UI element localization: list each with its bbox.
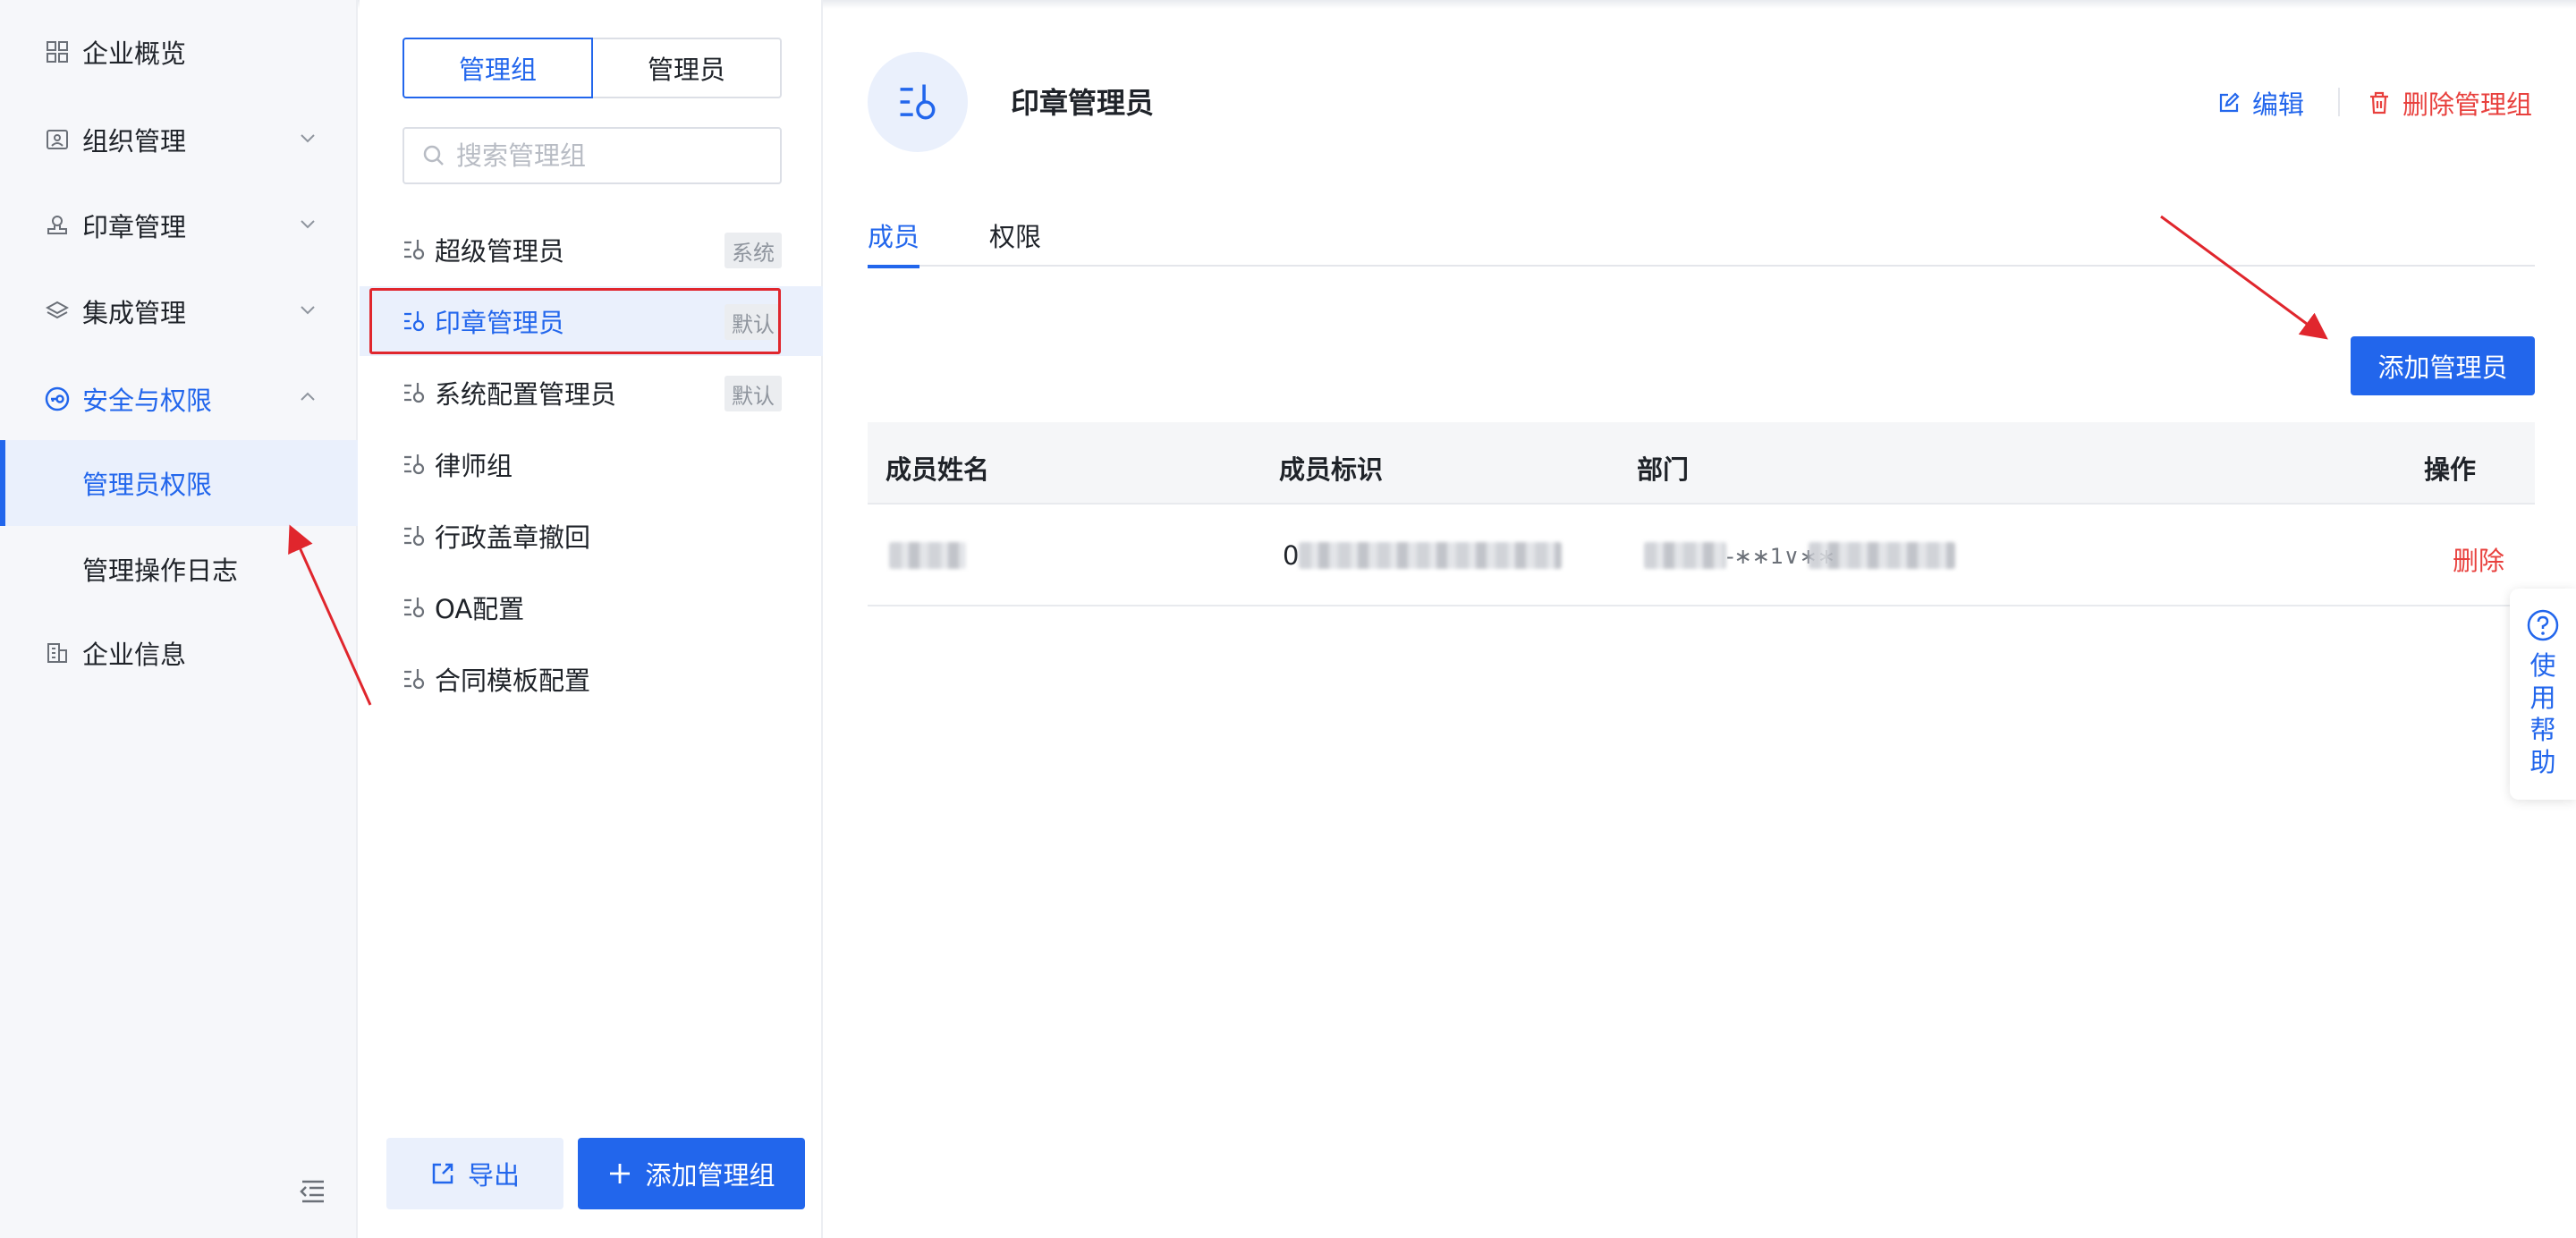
group-name: 行政盖章撤回: [435, 522, 591, 553]
redacted-name: [889, 542, 966, 569]
delete-group-label: 删除管理组: [2402, 89, 2533, 120]
tab-permissions[interactable]: 权限: [989, 216, 1041, 267]
group-item[interactable]: 超级管理员 系统: [360, 215, 823, 284]
sidebar-item-label: 管理员权限: [82, 470, 213, 500]
sidebar-item-overview[interactable]: 企业概览: [0, 9, 358, 95]
search-input[interactable]: [456, 140, 760, 171]
layers-icon: [45, 299, 70, 324]
member-id-prefix: 0: [1283, 540, 1300, 571]
page-title: 印章管理员: [1011, 86, 1155, 120]
org-icon: [45, 127, 70, 152]
main-content: 印章管理员 编辑 删除管理组 成员 权限 添加管理员 成员姓名 成员标识 部门 …: [825, 0, 2576, 1238]
delete-member-link[interactable]: 删除: [2453, 540, 2504, 578]
key-icon: [45, 386, 70, 411]
group-icon: [404, 598, 425, 618]
plus-icon: [610, 1164, 631, 1183]
group-name: 律师组: [435, 451, 513, 481]
edit-label: 编辑: [2252, 89, 2305, 120]
group-icon: [404, 669, 425, 690]
tab-bar: 成员 权限: [868, 208, 2535, 268]
highlight-box: [369, 288, 781, 354]
column-header: 成员标识: [1279, 454, 1384, 485]
sidebar-item-org[interactable]: 组织管理: [0, 97, 358, 182]
sidebar-item-integration[interactable]: 集成管理: [0, 268, 358, 354]
add-admin-button[interactable]: 添加管理员: [2351, 336, 2535, 395]
segment-admins[interactable]: 管理员: [593, 38, 782, 98]
group-icon: [404, 526, 425, 547]
column-header: 成员姓名: [886, 454, 990, 485]
group-item[interactable]: 行政盖章撤回: [360, 501, 823, 571]
collapse-sidebar-icon[interactable]: [299, 1179, 327, 1204]
sidebar-item-label: 管理操作日志: [82, 555, 239, 586]
chevron-up-icon: [301, 392, 315, 401]
column-header: 部门: [1637, 454, 1690, 485]
group-item-selected[interactable]: 印章管理员 默认: [360, 286, 823, 356]
sidebar-item-admin-log[interactable]: 管理操作日志: [0, 526, 358, 612]
group-tag: 系统: [724, 233, 782, 268]
edit-button[interactable]: 编辑: [2218, 84, 2304, 122]
chevron-down-icon: [301, 134, 315, 143]
table-header: 成员姓名 成员标识 部门 操作: [868, 422, 2535, 505]
tab-members[interactable]: 成员: [868, 216, 920, 268]
export-button[interactable]: 导出: [386, 1138, 564, 1209]
group-panel: 管理组 管理员 超级管理员 系统 印章管理员 默认 系统配置管理员 默认 律师组…: [360, 0, 823, 1238]
dashboard-icon: [45, 39, 70, 64]
table-row: 0 -∗∗1∨∗∗ 删除: [868, 505, 2535, 606]
group-name: 系统配置管理员: [435, 379, 617, 410]
sidebar-item-seal[interactable]: 印章管理: [0, 182, 358, 268]
sidebar-item-label: 企业信息: [82, 640, 187, 670]
delete-group-button[interactable]: 删除管理组: [2368, 84, 2532, 122]
divider: [2338, 88, 2340, 116]
group-avatar: [868, 52, 968, 152]
redacted-id: [1299, 542, 1562, 569]
group-item[interactable]: 系统配置管理员 默认: [360, 358, 823, 428]
group-icon: [404, 240, 425, 260]
add-group-label: 添加管理组: [645, 1160, 775, 1191]
search-icon: [423, 145, 444, 165]
group-name: 合同模板配置: [435, 666, 591, 696]
seal-icon: [45, 213, 70, 238]
group-name: 印章管理员: [435, 308, 565, 338]
group-icon: [404, 383, 425, 403]
trash-icon: [2370, 91, 2388, 114]
group-item[interactable]: 律师组: [360, 429, 823, 499]
group-search: [402, 127, 782, 184]
chevron-down-icon: [301, 220, 315, 229]
group-tag: 默认: [724, 376, 782, 411]
group-item[interactable]: 合同模板配置: [360, 644, 823, 714]
group-item[interactable]: OA配置: [360, 572, 823, 642]
group-icon: [900, 84, 936, 120]
help-widget[interactable]: 使用帮助: [2510, 589, 2576, 800]
sidebar-item-security[interactable]: 安全与权限: [0, 356, 358, 442]
segment-groups[interactable]: 管理组: [402, 38, 593, 98]
sidebar-item-label: 组织管理: [82, 126, 187, 157]
sidebar: 企业概览 组织管理 印章管理 集成管理 安全与权限 管理员权限 管理操作日志 企…: [0, 0, 358, 1238]
view-segment: 管理组 管理员: [402, 38, 782, 98]
group-tag: 默认: [724, 304, 782, 340]
edit-icon: [2219, 92, 2240, 113]
group-name: OA配置: [435, 594, 525, 624]
chevron-down-icon: [301, 306, 315, 315]
sidebar-item-admin-permissions[interactable]: 管理员权限: [0, 440, 358, 526]
group-icon: [404, 454, 425, 475]
export-icon: [432, 1163, 453, 1184]
group-icon: [404, 311, 425, 332]
sidebar-item-label: 集成管理: [82, 298, 187, 328]
redacted-dept: [1644, 542, 1726, 569]
sidebar-item-label: 企业概览: [82, 38, 187, 69]
sidebar-item-enterprise-info[interactable]: 企业信息: [0, 610, 358, 696]
add-group-button[interactable]: 添加管理组: [578, 1138, 805, 1209]
sidebar-item-label: 安全与权限: [82, 386, 213, 416]
question-icon: [2527, 609, 2559, 641]
group-name: 超级管理员: [435, 236, 565, 267]
building-icon: [45, 640, 70, 666]
export-label: 导出: [467, 1160, 520, 1191]
sidebar-item-label: 印章管理: [82, 212, 187, 242]
column-header: 操作: [2424, 454, 2477, 485]
redacted-dept: [1809, 542, 1955, 569]
help-label: 使用帮助: [2529, 650, 2556, 777]
